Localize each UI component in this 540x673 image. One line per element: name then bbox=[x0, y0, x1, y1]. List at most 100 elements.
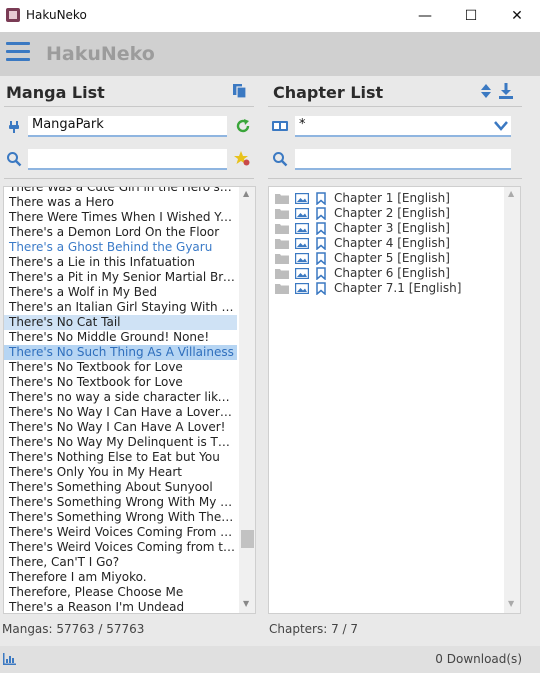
plug-icon bbox=[9, 121, 19, 133]
chapter-list-item[interactable]: Chapter 4 [English] bbox=[269, 236, 504, 251]
manga-list-item[interactable]: There's Nothing Else to Eat but You bbox=[4, 450, 237, 465]
manga-list-scrollbar[interactable]: ▲ ▼ bbox=[239, 187, 255, 613]
manga-list-item[interactable]: There's No Cat Tail bbox=[4, 315, 237, 330]
chapter-list-item[interactable]: Chapter 3 [English] bbox=[269, 221, 504, 236]
chapter-list-item[interactable]: Chapter 5 [English] bbox=[269, 251, 504, 266]
bookmark-star-icon[interactable] bbox=[234, 150, 250, 166]
language-select[interactable]: * bbox=[295, 116, 511, 137]
manga-list-item[interactable]: There's a Reason I'm Undead bbox=[4, 600, 237, 613]
maximize-button[interactable]: ☐ bbox=[448, 0, 494, 32]
divider bbox=[4, 178, 254, 179]
window-title: HakuNeko bbox=[26, 8, 87, 22]
sort-icon[interactable] bbox=[478, 83, 494, 99]
manga-list-item[interactable]: There's No Way I Can Have a Lover! *Or M… bbox=[4, 405, 237, 420]
search-icon bbox=[7, 152, 22, 167]
manga-list-item[interactable]: There's Something About Sunyool bbox=[4, 480, 237, 495]
image-icon[interactable] bbox=[295, 223, 309, 234]
manga-count: Mangas: 57763 / 57763 bbox=[2, 622, 145, 636]
bookmark-icon[interactable] bbox=[316, 192, 326, 205]
folder-icon[interactable] bbox=[275, 268, 289, 279]
window-titlebar: HakuNeko — ☐ ✕ bbox=[0, 0, 540, 32]
manga-list-item[interactable]: There's a Ghost Behind the Gyaru bbox=[4, 240, 237, 255]
manga-list-title: Manga List bbox=[6, 83, 105, 102]
bookmark-icon[interactable] bbox=[316, 207, 326, 220]
minimize-button[interactable]: — bbox=[402, 0, 448, 32]
manga-list-item[interactable]: There's No Way I Can Have A Lover! bbox=[4, 420, 237, 435]
image-icon[interactable] bbox=[295, 208, 309, 219]
manga-list-item[interactable]: There's Weird Voices Coming from the Clo… bbox=[4, 540, 237, 555]
bookmark-icon[interactable] bbox=[316, 282, 326, 295]
image-icon[interactable] bbox=[295, 193, 309, 204]
divider bbox=[268, 106, 522, 107]
manga-list-item[interactable]: There, Can'T I Go? bbox=[4, 555, 237, 570]
chapter-list-item[interactable]: Chapter 7.1 [English] bbox=[269, 281, 504, 296]
manga-list-item[interactable]: There's an Italian Girl Staying With Me bbox=[4, 300, 237, 315]
folder-icon[interactable] bbox=[275, 193, 289, 204]
language-icon bbox=[272, 121, 288, 131]
chapter-list-title: Chapter List bbox=[273, 83, 384, 102]
manga-list-item[interactable]: There's No Way My Delinquent is This Cut… bbox=[4, 435, 237, 450]
connector-select[interactable]: MangaPark bbox=[28, 116, 227, 137]
image-icon[interactable] bbox=[295, 268, 309, 279]
app-header: HakuNeko bbox=[0, 32, 540, 76]
bookmark-icon[interactable] bbox=[316, 222, 326, 235]
manga-list-item[interactable]: There's Something Wrong With The Vampire bbox=[4, 510, 237, 525]
statistics-icon[interactable] bbox=[3, 653, 16, 665]
manga-list-item[interactable]: There was a Hero bbox=[4, 195, 237, 210]
folder-icon[interactable] bbox=[275, 283, 289, 294]
menu-icon[interactable] bbox=[6, 42, 30, 62]
manga-list-item[interactable]: There Was a Cute Girl in the Hero's Part… bbox=[4, 187, 237, 195]
folder-icon[interactable] bbox=[275, 253, 289, 264]
manga-list-item[interactable]: Therefore, Please Choose Me bbox=[4, 585, 237, 600]
chevron-down-icon[interactable] bbox=[494, 120, 508, 132]
chapter-list-item[interactable]: Chapter 2 [English] bbox=[269, 206, 504, 221]
chapter-title: Chapter 7.1 [English] bbox=[334, 281, 462, 295]
manga-list-item[interactable]: There's Something Wrong With My Wife bbox=[4, 495, 237, 510]
manga-search-input[interactable] bbox=[28, 149, 227, 170]
chapter-title: Chapter 4 [English] bbox=[334, 236, 450, 250]
scroll-down-arrow-icon[interactable]: ▼ bbox=[508, 599, 514, 608]
scroll-thumb[interactable] bbox=[241, 530, 254, 548]
scroll-down-arrow-icon[interactable]: ▼ bbox=[243, 599, 249, 608]
bookmark-icon[interactable] bbox=[316, 267, 326, 280]
manga-list-item[interactable]: There's No Such Thing As A Villainess bbox=[4, 345, 237, 360]
app-title: HakuNeko bbox=[46, 43, 155, 65]
manga-list-item[interactable]: There's a Demon Lord On the Floor bbox=[4, 225, 237, 240]
manga-list-item[interactable]: There's a Wolf in My Bed bbox=[4, 285, 237, 300]
manga-list-item[interactable]: There's Only You in My Heart bbox=[4, 465, 237, 480]
manga-list-item[interactable]: There's No Textbook for Love bbox=[4, 375, 237, 390]
manga-list-item[interactable]: There's a Pit in My Senior Martial Broth… bbox=[4, 270, 237, 285]
folder-icon[interactable] bbox=[275, 223, 289, 234]
download-icon[interactable] bbox=[498, 83, 514, 99]
chapter-list-item[interactable]: Chapter 6 [English] bbox=[269, 266, 504, 281]
image-icon[interactable] bbox=[295, 283, 309, 294]
manga-list-item[interactable]: Therefore I am Miyoko. bbox=[4, 570, 237, 585]
scroll-up-arrow-icon[interactable]: ▲ bbox=[508, 189, 514, 198]
scroll-up-arrow-icon[interactable]: ▲ bbox=[243, 189, 249, 198]
status-bar: 0 Download(s) bbox=[0, 646, 540, 673]
image-icon[interactable] bbox=[295, 238, 309, 249]
manga-list-item[interactable]: There's No Middle Ground! None! bbox=[4, 330, 237, 345]
chapter-search-input[interactable] bbox=[295, 149, 511, 170]
app-icon bbox=[6, 8, 20, 22]
manga-list-item[interactable]: There Were Times When I Wished You Were … bbox=[4, 210, 237, 225]
close-button[interactable]: ✕ bbox=[494, 0, 540, 32]
copy-icon[interactable] bbox=[232, 83, 248, 99]
manga-list-item[interactable]: There's no way a side character like me … bbox=[4, 390, 237, 405]
manga-list-items: There Was a Cute Girl in the Hero's Part… bbox=[4, 187, 240, 613]
manga-list-item[interactable]: There's No Textbook for Love bbox=[4, 360, 237, 375]
chapter-list[interactable]: Chapter 1 [English] Chapter 2 [English] Ch… bbox=[268, 186, 521, 614]
chapter-list-scrollbar[interactable]: ▲ ▼ bbox=[504, 187, 520, 613]
divider bbox=[4, 106, 254, 107]
bookmark-icon[interactable] bbox=[316, 237, 326, 250]
image-icon[interactable] bbox=[295, 253, 309, 264]
manga-list[interactable]: There Was a Cute Girl in the Hero's Part… bbox=[3, 186, 256, 614]
folder-icon[interactable] bbox=[275, 208, 289, 219]
folder-icon[interactable] bbox=[275, 238, 289, 249]
manga-list-item[interactable]: There's a Lie in this Infatuation bbox=[4, 255, 237, 270]
refresh-icon[interactable] bbox=[235, 118, 251, 134]
chapter-list-item[interactable]: Chapter 1 [English] bbox=[269, 191, 504, 206]
divider bbox=[268, 178, 522, 179]
manga-list-item[interactable]: There's Weird Voices Coming From the Dun… bbox=[4, 525, 237, 540]
bookmark-icon[interactable] bbox=[316, 252, 326, 265]
